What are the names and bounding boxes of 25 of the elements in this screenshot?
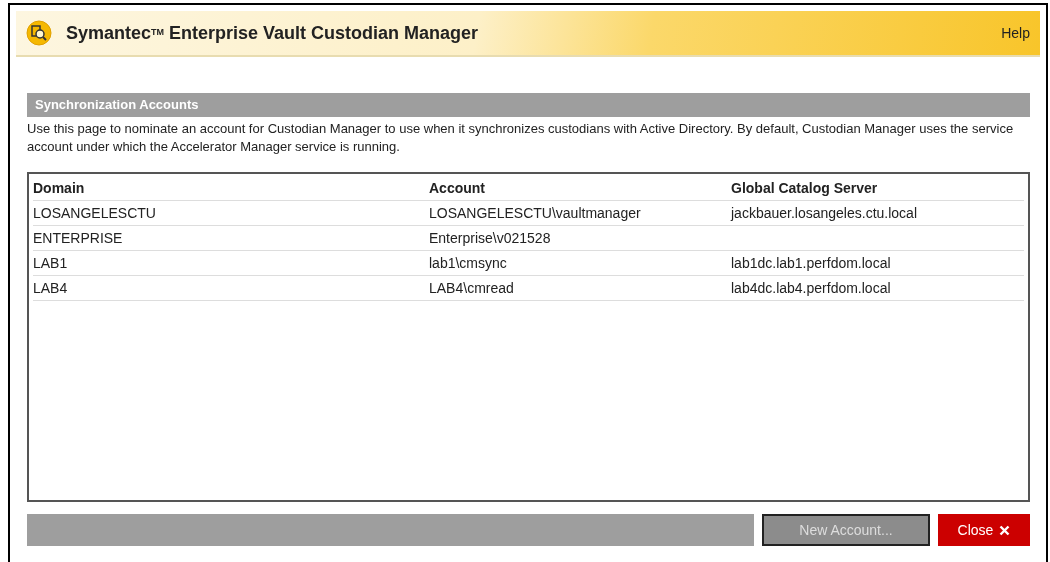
table-cell: LOSANGELESCTU\vaultmanager bbox=[429, 205, 641, 221]
table-row[interactable]: LAB1 lab1\cmsync lab1dc.lab1.perfdom.local bbox=[33, 251, 1024, 276]
table-cell: LAB4 bbox=[33, 280, 68, 296]
table-cell: ENTERPRISE bbox=[33, 230, 123, 246]
section-header: Synchronization Accounts bbox=[27, 93, 1030, 117]
column-header: Domain bbox=[33, 180, 85, 196]
search-documents-icon bbox=[26, 20, 52, 46]
column-header: Account bbox=[429, 180, 485, 196]
close-button[interactable]: Close bbox=[938, 514, 1030, 546]
table-cell: LOSANGELESCTU bbox=[33, 205, 156, 221]
table-row[interactable]: LAB4 LAB4\cmread lab4dc.lab4.perfdom.local bbox=[33, 276, 1024, 301]
app-title: Symantec$^{TM}$ Enterprise Vault Custodian Manager bbox=[66, 22, 479, 44]
table-cell: LAB1 bbox=[33, 255, 68, 271]
help-link[interactable]: Help bbox=[1001, 25, 1030, 41]
column-header: Global Catalog Server bbox=[731, 180, 878, 196]
table-row[interactable]: ENTERPRISE Enterprise\v021528 bbox=[33, 226, 1024, 251]
description-text: Use this page to nominate an account for Custodian Manager to use when it synchronizes custodians with Active Directory. By default, Custodian Manager uses the service account under which the Accelerator Manager service is running. bbox=[27, 120, 1015, 156]
table-cell: Enterprise\v021528 bbox=[429, 230, 551, 246]
table-cell: lab4dc.lab4.perfdom.local bbox=[731, 280, 891, 296]
table-cell: lab1dc.lab1.perfdom.local bbox=[731, 255, 891, 271]
table-row[interactable]: LOSANGELESCTU LOSANGELESCTU\vaultmanager jackbauer.losangeles.ctu.local bbox=[33, 201, 1024, 226]
table-cell: LAB4\cmread bbox=[429, 280, 514, 296]
table-cell: jackbauer.losangeles.ctu.local bbox=[731, 205, 917, 221]
close-icon bbox=[999, 524, 1011, 536]
table-cell: lab1\cmsync bbox=[429, 255, 507, 271]
